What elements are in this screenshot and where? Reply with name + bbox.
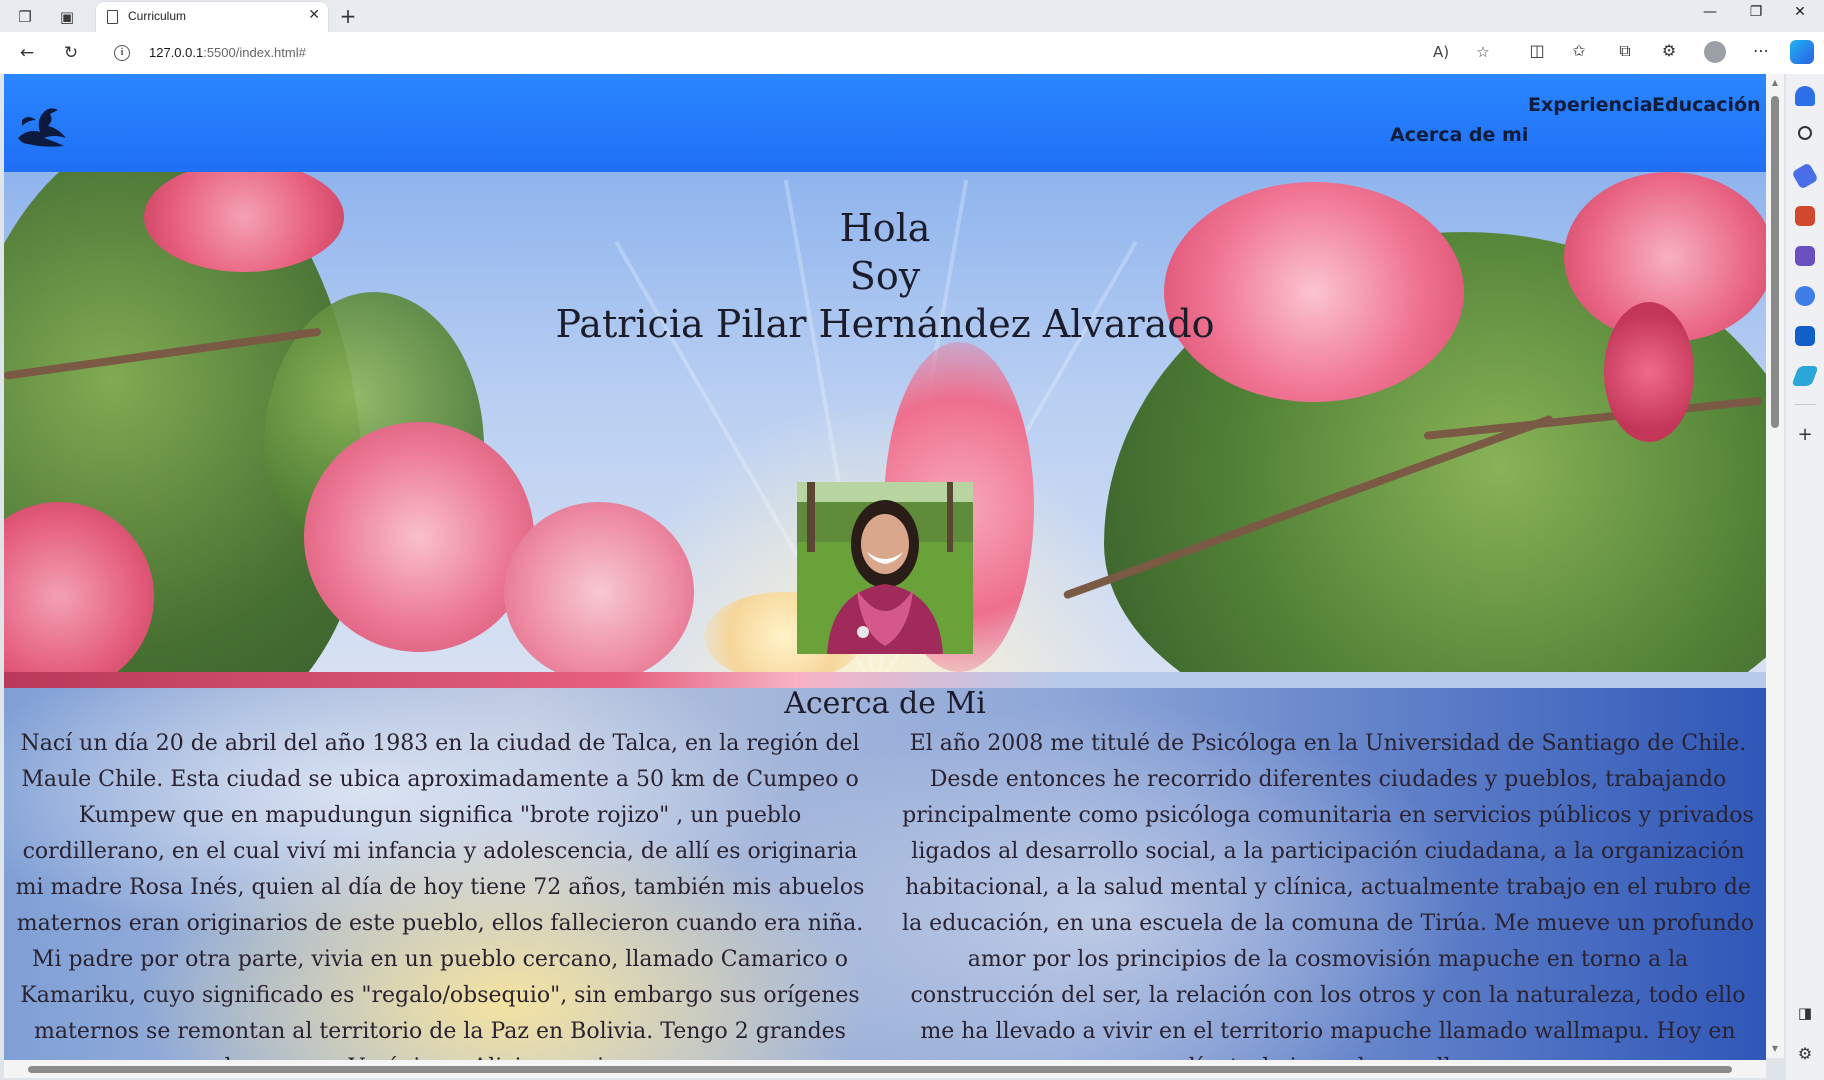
bird-logo-icon[interactable] <box>14 98 70 148</box>
tab-title: Curriculum <box>128 9 187 23</box>
games-icon[interactable] <box>1795 246 1815 266</box>
browser-titlebar: ❐ ▣ Curriculum ✕ + — ❐ ✕ <box>0 0 1824 32</box>
horizontal-scrollbar[interactable] <box>4 1060 1766 1078</box>
address-bar[interactable]: i 127.0.0.1:5500/index.html# A) ☆ <box>100 37 1512 69</box>
restore-icon[interactable]: ❐ <box>1736 4 1776 20</box>
vertical-scrollbar[interactable]: ▲ ▼ <box>1766 74 1784 1058</box>
about-title: Acerca de Mi <box>784 686 986 721</box>
nav-link-experiencia[interactable]: Experiencia <box>1528 94 1653 116</box>
hero-line-hola: Hola <box>839 206 931 250</box>
tab-actions-icon[interactable]: ❐ <box>14 6 36 28</box>
edge-sidebar: + ◨ ⚙ <box>1786 74 1824 1080</box>
sidebar-settings-icon[interactable]: ⚙ <box>1795 1044 1815 1063</box>
browser-toolbar: ← ↻ i 127.0.0.1:5500/index.html# A) ☆ ◫ … <box>0 32 1824 74</box>
add-sidebar-plus-icon[interactable]: + <box>1795 424 1815 445</box>
new-tab-plus-icon[interactable]: + <box>336 4 360 28</box>
rose-flower <box>304 422 534 652</box>
split-screen-icon[interactable]: ◫ <box>1524 41 1550 60</box>
page-icon <box>107 10 118 24</box>
scroll-down-arrow-icon[interactable]: ▼ <box>1770 1044 1780 1053</box>
hero-line-soy: Soy <box>849 254 921 298</box>
notification-bell-icon[interactable] <box>1795 86 1815 106</box>
hero-heading: Hola Soy Patricia Pilar Hernández Alvara… <box>4 204 1766 348</box>
about-section: Acerca de Mi Nací un día 20 de abril del… <box>4 672 1766 1060</box>
outlook-icon[interactable] <box>1795 326 1815 346</box>
minimize-icon[interactable]: — <box>1690 4 1730 20</box>
send-icon[interactable] <box>1791 366 1819 386</box>
microsoft-365-icon[interactable] <box>1795 286 1815 306</box>
about-paragraph-right: El año 2008 me titulé de Psicóloga en la… <box>902 731 1754 1060</box>
close-window-icon[interactable]: ✕ <box>1780 4 1820 20</box>
copilot-icon[interactable] <box>1790 40 1814 64</box>
scrollbar-thumb[interactable] <box>28 1066 1732 1073</box>
reload-icon[interactable]: ↻ <box>58 41 84 65</box>
favorites-icon[interactable]: ✩ <box>1566 41 1592 60</box>
url-text[interactable]: 127.0.0.1:5500/index.html# <box>149 45 306 60</box>
about-paragraph-left: Nací un día 20 de abril del año 1983 en … <box>15 731 865 1060</box>
hide-sidebar-icon[interactable]: ◨ <box>1795 1004 1815 1022</box>
extensions-icon[interactable]: ⚙ <box>1656 41 1682 60</box>
scroll-up-arrow-icon[interactable]: ▲ <box>1770 78 1780 87</box>
nav-link-acerca[interactable]: Acerca de mi <box>1390 124 1528 146</box>
close-tab-icon[interactable]: ✕ <box>308 7 320 23</box>
read-aloud-icon[interactable]: A) <box>1430 43 1452 61</box>
back-icon[interactable]: ← <box>14 41 40 65</box>
collections-icon[interactable]: ⧉ <box>1612 41 1638 61</box>
browser-tab[interactable]: Curriculum ✕ <box>96 2 328 32</box>
profile-icon[interactable] <box>1704 41 1726 63</box>
search-icon[interactable] <box>1798 126 1812 140</box>
site-navbar: Experiencia Educación Acerca de mi <box>4 74 1766 172</box>
scrollbar-thumb[interactable] <box>1771 96 1779 428</box>
web-page: Experiencia Educación Acerca de mi Hola … <box>4 74 1766 1060</box>
hero-section: Hola Soy Patricia Pilar Hernández Alvara… <box>4 172 1766 672</box>
more-icon[interactable]: ⋯ <box>1748 41 1774 60</box>
tools-briefcase-icon[interactable] <box>1795 206 1815 226</box>
sidebar-divider <box>1794 404 1816 405</box>
hero-name: Patricia Pilar Hernández Alvarado <box>555 302 1215 346</box>
rose-flower <box>504 502 694 672</box>
info-icon[interactable]: i <box>114 45 130 61</box>
shopping-tag-icon[interactable] <box>1791 162 1819 190</box>
nav-link-educacion[interactable]: Educación <box>1652 94 1761 116</box>
profile-photo <box>797 482 973 654</box>
favorite-star-icon[interactable]: ☆ <box>1472 43 1494 61</box>
vertical-tabs-icon[interactable]: ▣ <box>56 6 78 28</box>
